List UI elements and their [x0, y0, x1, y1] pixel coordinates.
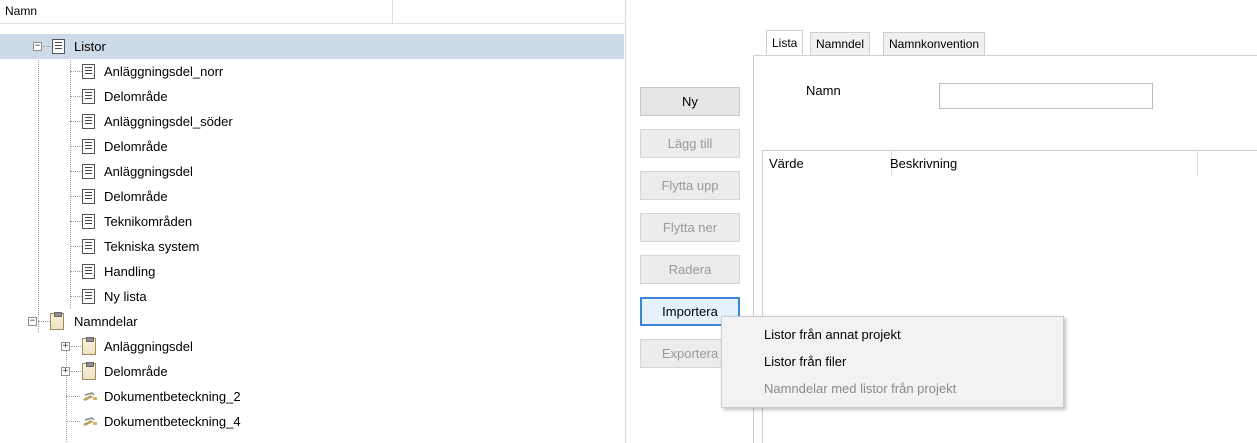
tree-node-list[interactable]: Delområde [0, 84, 624, 109]
collapse-icon[interactable]: − [28, 317, 37, 326]
list-icon [82, 164, 95, 179]
tree-column-header-namn[interactable]: Namn [5, 4, 37, 18]
list-icon [82, 89, 95, 104]
lagg-till-button[interactable]: Lägg till [640, 129, 740, 158]
radera-button[interactable]: Radera [640, 255, 740, 284]
tree-node-label: Dokumentbeteckning_2 [104, 389, 241, 404]
tree-connector [43, 46, 51, 47]
tree-header: Namn [0, 0, 625, 24]
tree-node-list[interactable]: Teknikområden [0, 209, 624, 234]
tab-namnkonvention[interactable]: Namnkonvention [883, 32, 986, 56]
expand-icon[interactable]: + [61, 367, 70, 376]
menu-item-listor-fran-annat-projekt[interactable]: Listor från annat projekt [764, 327, 901, 342]
tree-node-label: Dokumentbeteckning_4 [104, 414, 241, 429]
tree-node-label: Anläggningsdel [104, 164, 193, 179]
list-icon [82, 264, 95, 279]
flytta-ner-button[interactable]: Flytta ner [640, 213, 740, 242]
tree-node-label: Delområde [104, 189, 168, 204]
tree-connector [70, 246, 82, 247]
list-icon [52, 39, 65, 54]
tree-node-namndel[interactable]: + Delområde [0, 359, 624, 384]
list-icon [82, 64, 95, 79]
tree-node-label: Delområde [104, 89, 168, 104]
grid-header: Värde Beskrivning [763, 151, 1257, 177]
tree-connector [70, 296, 82, 297]
clipboard-icon [82, 362, 96, 380]
list-icon [82, 114, 95, 129]
tree-node-label: Handling [104, 264, 156, 279]
import-context-menu: Listor från annat projekt Listor från fi… [721, 316, 1064, 408]
tree-connector [66, 396, 80, 397]
menu-item-namndelar-med-listor[interactable]: Namndelar med listor från projekt [764, 381, 956, 396]
column-separator[interactable] [1197, 151, 1198, 177]
clipboard-icon [82, 337, 96, 355]
tree-panel: Namn − Listor Anläggningsdel_norr Delomr… [0, 0, 626, 443]
column-separator[interactable] [392, 0, 393, 24]
list-icon [82, 239, 95, 254]
tree-node-list[interactable]: Handling [0, 259, 624, 284]
tree-node-namndelar[interactable]: − Namndelar [0, 309, 624, 334]
clipboard-icon [50, 312, 64, 330]
tree-connector [71, 346, 81, 347]
list-icon [82, 139, 95, 154]
expand-icon[interactable]: + [61, 342, 70, 351]
tree-node-list[interactable]: Anläggningsdel [0, 159, 624, 184]
tree-connector [71, 371, 81, 372]
tree-node-label: Teknikområden [104, 214, 193, 229]
tree-node-list[interactable]: Ny lista [0, 284, 624, 309]
tree-connector [70, 146, 82, 147]
tree-node-list[interactable]: Anläggningsdel_söder [0, 109, 624, 134]
tree-connector [70, 96, 82, 97]
tree-connector [38, 321, 50, 322]
flytta-upp-button[interactable]: Flytta upp [640, 171, 740, 200]
tree-node-label: Namndelar [74, 314, 138, 329]
namn-label: Namn [806, 83, 841, 98]
tab-lista[interactable]: Lista [766, 30, 804, 55]
tree-node-listor[interactable]: − Listor [0, 34, 624, 59]
tree-connector [70, 196, 82, 197]
list-icon [82, 189, 95, 204]
tree-connector [70, 71, 82, 72]
tree-connector [66, 421, 80, 422]
tree-node-label: Delområde [104, 364, 168, 379]
grid-column-varde[interactable]: Värde [769, 156, 804, 171]
tree-node-namndel[interactable]: + Anläggningsdel [0, 334, 624, 359]
key-icon [83, 392, 97, 401]
tree-node-label: Anläggningsdel [104, 339, 193, 354]
tree-node-list[interactable]: Delområde [0, 184, 624, 209]
list-icon [82, 289, 95, 304]
menu-item-listor-fran-filer[interactable]: Listor från filer [764, 354, 846, 369]
tree-connector [70, 121, 82, 122]
tree-connector [70, 271, 82, 272]
key-icon [83, 417, 97, 426]
tree-node-label: Anläggningsdel_söder [104, 114, 233, 129]
tree-node-namndel[interactable]: Dokumentbeteckning_4 [0, 409, 624, 434]
collapse-icon[interactable]: − [33, 42, 42, 51]
tree-node-namndel[interactable]: Dokumentbeteckning_2 [0, 384, 624, 409]
tree-node-label: Listor [74, 39, 106, 54]
ny-button[interactable]: Ny [640, 87, 740, 116]
tree-node-label: Tekniska system [104, 239, 200, 254]
tree-node-list[interactable]: Tekniska system [0, 234, 624, 259]
tab-namndel[interactable]: Namndel [810, 32, 871, 56]
list-icon [82, 214, 95, 229]
tree-node-label: Anläggningsdel_norr [104, 64, 224, 79]
namn-input[interactable] [939, 83, 1153, 109]
tree-node-list[interactable]: Anläggningsdel_norr [0, 59, 624, 84]
tree-node-list[interactable]: Delområde [0, 134, 624, 159]
tree-connector [70, 171, 82, 172]
tree-connector [70, 221, 82, 222]
grid-column-beskrivning[interactable]: Beskrivning [890, 156, 957, 171]
tree-node-label: Delområde [104, 139, 168, 154]
tree-node-label: Ny lista [104, 289, 147, 304]
